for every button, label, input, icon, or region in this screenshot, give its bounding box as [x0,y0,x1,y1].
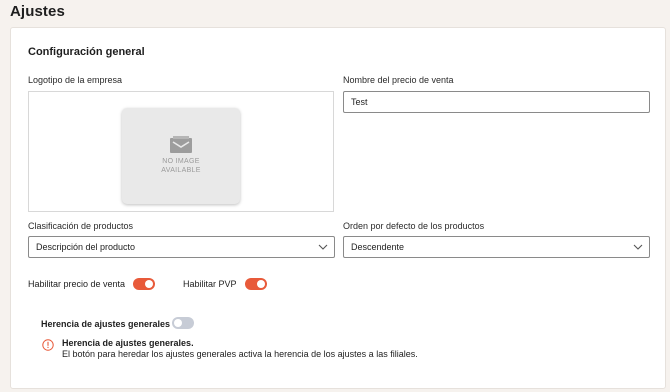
toggle-knob [256,280,265,288]
toggle-knob [145,280,154,288]
general-settings-card: Configuración general Logotipo de la emp… [10,27,666,389]
pvp-toggle-label: Habilitar PVP [183,279,237,289]
toggle-knob [174,319,182,327]
sale-price-toggle-label: Habilitar precio de venta [28,279,126,289]
sale-price-name-value: Test [351,97,368,107]
sale-price-name-label: Nombre del precio de venta [343,75,454,85]
chevron-down-icon [633,244,643,250]
section-title: Configuración general [28,46,145,58]
logo-dropzone[interactable]: NO IMAGE AVAILABLE [28,91,334,212]
no-image-placeholder: NO IMAGE AVAILABLE [122,108,240,204]
info-text: El botón para heredar los ajustes genera… [62,349,418,359]
page-title: Ajustes [10,3,65,20]
inherit-toggle-label: Herencia de ajustes generales [41,319,171,329]
pvp-toggle[interactable] [244,278,267,290]
sale-price-toggle[interactable] [133,278,156,290]
product-classification-value: Descripción del producto [36,242,136,252]
chevron-down-icon [318,244,328,250]
no-image-line2: AVAILABLE [161,167,201,174]
product-classification-select[interactable]: Descripción del producto [28,236,335,258]
logo-label: Logotipo de la empresa [28,75,123,85]
default-order-label: Orden por defecto de los productos [343,221,485,231]
no-image-text: NO IMAGE AVAILABLE [122,157,240,175]
sale-price-toggle-row: Habilitar precio de venta [28,278,156,290]
info-title: Herencia de ajustes generales. [62,338,194,348]
sale-price-name-input[interactable]: Test [343,91,650,113]
image-icon [170,136,192,153]
default-order-value: Descendente [351,242,405,252]
default-order-select[interactable]: Descendente [343,236,650,258]
product-classification-label: Clasificación de productos [28,221,134,231]
pvp-toggle-row: Habilitar PVP [183,278,267,290]
no-image-line1: NO IMAGE [162,158,200,165]
alert-info-icon [42,339,54,351]
inherit-toggle[interactable] [172,317,194,329]
